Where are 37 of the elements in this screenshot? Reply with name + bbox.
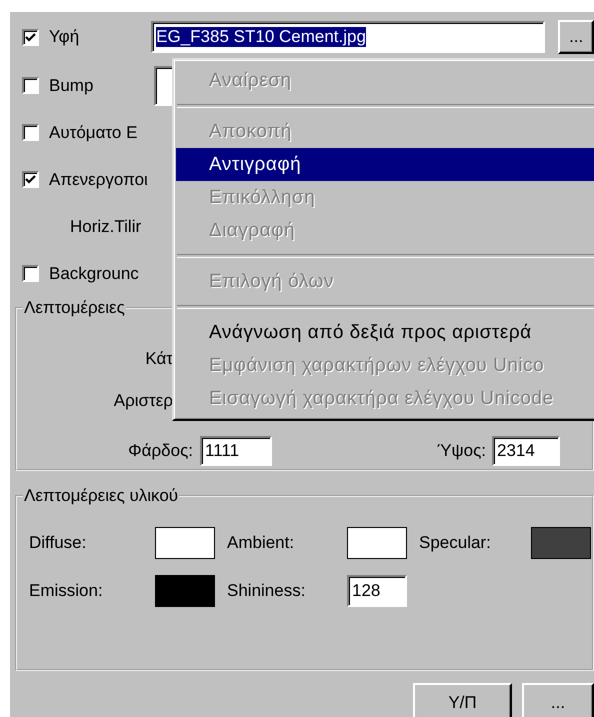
width-label: Φάρδος: (127, 441, 194, 461)
height-label: Ύψος: (436, 441, 487, 461)
file-name-field[interactable]: EG_F385 ST10 Cement.jpg (151, 21, 546, 53)
browse-button[interactable]: ... (558, 20, 594, 54)
checkbox-label: Bump (49, 76, 94, 96)
checkbox-label: Απενεργοποι (49, 170, 148, 190)
menu-item[interactable]: Αντιγραφή (176, 148, 594, 181)
checkbox-label: Backgrounc (49, 264, 139, 284)
shininess-field[interactable]: 128 (347, 575, 407, 607)
checkbox[interactable] (22, 265, 39, 282)
menu-item[interactable]: Ανάγνωση από δεξιά προς αριστερά (176, 316, 594, 349)
checkbox-label: Αυτόματο Ε (49, 122, 138, 142)
dialog-button[interactable]: ... (522, 683, 594, 717)
field-label: Horiz.Tilir (70, 216, 142, 236)
checkbox-label: Υφή (48, 27, 80, 47)
color-label: Emission: (28, 581, 104, 601)
shininess-label: Shininess: (226, 581, 306, 601)
field-label: Αριστερ (112, 391, 173, 412)
width-field[interactable]: 1111 (200, 436, 272, 466)
color-swatch[interactable] (155, 575, 215, 607)
dialog-button[interactable]: Υ/Π (413, 683, 512, 717)
color-swatch[interactable] (347, 527, 407, 559)
color-swatch[interactable] (531, 527, 591, 559)
color-label: Specular: (418, 533, 492, 553)
group-title: Λεπτομέρειες υλικού (23, 486, 180, 506)
color-label: Diffuse: (28, 533, 88, 553)
color-swatch[interactable] (155, 527, 215, 559)
checkbox[interactable] (22, 28, 39, 46)
field-label: Κάτ (144, 349, 173, 370)
checkbox[interactable] (22, 77, 39, 94)
check-icon (25, 174, 36, 185)
checkbox[interactable] (22, 171, 39, 188)
checkbox[interactable] (22, 124, 39, 141)
check-icon (24, 32, 36, 42)
height-field[interactable]: 2314 (492, 436, 560, 466)
color-label: Ambient: (226, 533, 296, 553)
group-title: Λεπτομέρειες (23, 298, 126, 318)
